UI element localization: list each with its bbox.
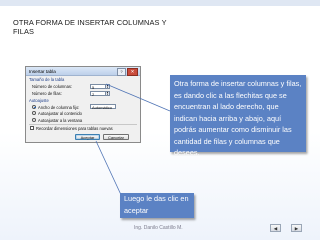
prev-slide-icon[interactable]: ◀: [270, 224, 281, 232]
connector-to-spinners: [105, 83, 171, 112]
callout-instructions: Otra forma de insertar columnas y filas,…: [170, 75, 306, 157]
next-slide-icon[interactable]: ▶: [291, 224, 302, 232]
connector-to-ok-button: [95, 140, 123, 198]
footer-author: Ing. Danilo Castillo M.: [134, 225, 183, 231]
callout-accept: Luego le das clic en aceptar: [120, 193, 194, 218]
